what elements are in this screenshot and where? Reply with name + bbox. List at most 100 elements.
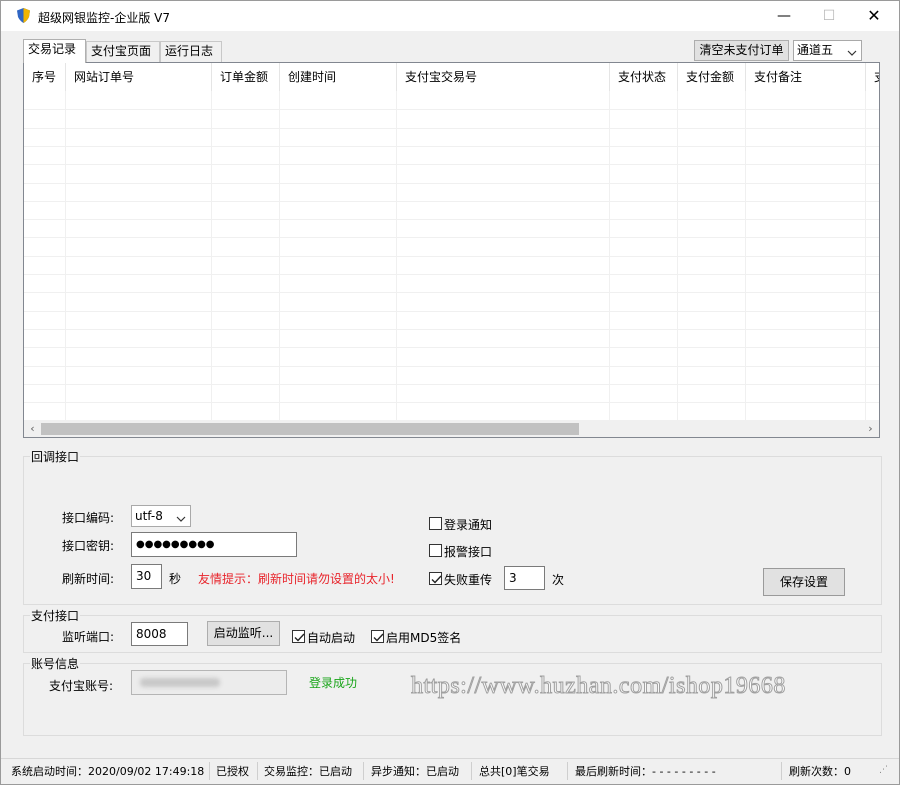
status-total-trades: 总共[0]笔交易 [479, 765, 550, 778]
refresh-tip-text: 友情提示：刷新时间请勿设置的太小! [198, 572, 395, 586]
grid-row-line [24, 347, 879, 349]
column-header-order-amount[interactable]: 订单金额 [212, 63, 280, 91]
grid-row-line [24, 164, 879, 166]
app-window: 超级网银监控-企业版 V7 — ☐ ✕ 交易记录 支付宝页面 运行日志 清空未支… [0, 0, 900, 785]
checkmark-icon [431, 575, 442, 584]
status-trade-monitor: 交易监控：已启动 [264, 765, 352, 778]
scroll-left-arrow[interactable]: ‹ [24, 421, 41, 437]
grid-column-line [677, 91, 678, 421]
table-body [24, 91, 879, 421]
status-separator [567, 762, 568, 780]
checkmark-icon [373, 633, 384, 642]
status-start-time: 系统启动时间：2020/09/02 17:49:18 [11, 765, 205, 778]
column-header-truncated[interactable]: 支 [866, 63, 879, 91]
title-bar: 超级网银监控-企业版 V7 — ☐ ✕ [1, 1, 899, 31]
grid-row-line [24, 292, 879, 294]
listen-port-label: 监听端口: [62, 630, 115, 644]
grid-column-line [65, 91, 66, 421]
status-bar: 系统启动时间：2020/09/02 17:49:18 已授权 交易监控：已启动 … [1, 758, 899, 784]
payment-group-title: 支付接口 [30, 607, 81, 624]
encoding-select[interactable]: utf-8 [131, 505, 191, 527]
grid-column-line [396, 91, 397, 421]
callback-group-title: 回调接口 [30, 448, 81, 465]
md5-sign-label: 启用MD5签名 [386, 631, 462, 645]
login-status-text: 登录成功 [309, 676, 358, 690]
login-notify-checkbox[interactable] [429, 517, 442, 530]
tab-run-log[interactable]: 运行日志 [160, 41, 222, 62]
refresh-time-input[interactable]: 30 [131, 564, 162, 589]
grid-row-line [24, 328, 879, 330]
retry-count-input[interactable]: 3 [504, 566, 545, 590]
channel-select-value: 通道五 [797, 43, 834, 57]
table-header: 序号 网站订单号 订单金额 创建时间 支付宝交易号 支付状态 支付金额 支付备注… [24, 63, 879, 91]
grid-row-line [24, 109, 879, 111]
tab-transaction-records[interactable]: 交易记录 [23, 39, 86, 63]
grid-row-line [24, 182, 879, 184]
alipay-account-field [131, 670, 287, 695]
shield-icon [17, 8, 30, 23]
retry-checkbox[interactable] [429, 572, 442, 585]
encoding-select-value: utf-8 [135, 509, 163, 523]
alipay-account-label: 支付宝账号: [49, 679, 114, 693]
md5-sign-checkbox[interactable] [371, 630, 384, 643]
alarm-api-checkbox[interactable] [429, 544, 442, 557]
status-refresh-count: 刷新次数：0 [789, 765, 851, 778]
retry-unit-label: 次 [552, 573, 565, 587]
login-notify-label: 登录通知 [444, 518, 493, 532]
auto-start-checkbox[interactable] [292, 630, 305, 643]
status-separator [471, 762, 472, 780]
column-header-pay-amount[interactable]: 支付金额 [678, 63, 746, 91]
grid-row-line [24, 237, 879, 239]
grid-row-line [24, 402, 879, 404]
chevron-down-icon [846, 45, 858, 56]
maximize-button[interactable]: ☐ [806, 1, 852, 31]
auto-start-label: 自动启动 [307, 631, 356, 645]
grid-column-line [279, 91, 280, 421]
status-last-refresh: 最后刷新时间：- - - - - - - - - [575, 765, 716, 778]
status-separator [209, 762, 210, 780]
grid-row-line [24, 310, 879, 312]
column-header-pay-remark[interactable]: 支付备注 [746, 63, 866, 91]
grid-row-line [24, 383, 879, 385]
column-header-alipay-trade-no[interactable]: 支付宝交易号 [397, 63, 610, 91]
grid-row-line [24, 127, 879, 129]
account-group-title: 账号信息 [30, 655, 81, 672]
column-header-index[interactable]: 序号 [24, 63, 66, 91]
grid-row-line [24, 255, 879, 257]
window-title: 超级网银监控-企业版 V7 [38, 11, 170, 25]
save-settings-button[interactable]: 保存设置 [763, 568, 845, 596]
status-separator [257, 762, 258, 780]
alarm-api-label: 报警接口 [444, 545, 493, 559]
close-button[interactable]: ✕ [851, 1, 897, 31]
refresh-time-label: 刷新时间: [62, 572, 115, 586]
clear-unpaid-orders-button[interactable]: 清空未支付订单 [694, 40, 789, 61]
grid-row-line [24, 365, 879, 367]
refresh-unit-label: 秒 [169, 572, 182, 586]
secret-input[interactable]: ●●●●●●●●● [131, 532, 297, 557]
encoding-label: 接口编码: [62, 511, 115, 525]
listen-port-input[interactable]: 8008 [131, 622, 188, 646]
redacted-account-blur [140, 678, 220, 687]
status-separator [363, 762, 364, 780]
tab-alipay-page[interactable]: 支付宝页面 [86, 41, 160, 62]
checkmark-icon [294, 633, 305, 642]
column-header-site-order-no[interactable]: 网站订单号 [66, 63, 212, 91]
grid-column-line [745, 91, 746, 421]
transaction-table[interactable]: 序号 网站订单号 订单金额 创建时间 支付宝交易号 支付状态 支付金额 支付备注… [23, 62, 880, 438]
start-listen-button[interactable]: 启动监听... [207, 621, 280, 646]
column-header-created-time[interactable]: 创建时间 [280, 63, 397, 91]
channel-select[interactable]: 通道五 [793, 40, 862, 61]
grid-row-line [24, 219, 879, 221]
grid-column-line [865, 91, 866, 421]
scrollbar-thumb[interactable] [41, 423, 579, 435]
horizontal-scrollbar[interactable]: ‹ › [24, 421, 879, 437]
grid-column-line [609, 91, 610, 421]
resize-grip-icon[interactable]: ⋰ [879, 765, 888, 775]
status-auth: 已授权 [216, 765, 249, 778]
scroll-right-arrow[interactable]: › [862, 421, 879, 437]
column-header-pay-status[interactable]: 支付状态 [610, 63, 678, 91]
status-async-notify: 异步通知：已启动 [371, 765, 459, 778]
grid-column-line [211, 91, 212, 421]
watermark-text: https://www.huzhan.com/ishop19668 [411, 673, 786, 700]
minimize-button[interactable]: — [761, 1, 807, 31]
